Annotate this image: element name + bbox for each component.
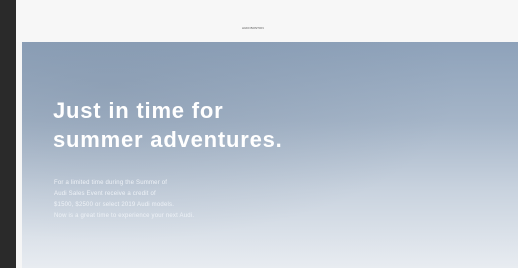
hero-body-line: For a limited time during the Summer of [54,180,168,186]
hero-body-line: $1500, $2500 or select 2019 Audi models. [54,202,175,208]
hero-headline: Just in time for summer adventures. [53,96,393,154]
left-edge-strip [0,0,16,268]
hero-body-line: Audi Sales Event receive a credit of [54,191,156,197]
email-page: AUDI BOSTON Just in time for summer adve… [16,0,518,268]
hero-body-line: Now is a great time to experience your n… [54,213,195,219]
hero-background-shading [22,42,518,268]
hero-banner: Just in time for summer adventures. For … [22,42,518,268]
hero-body-copy: For a limited time during the Summer of … [54,178,384,222]
hero-headline-line: Just in time for [53,98,224,123]
brand-logo-text[interactable]: AUDI BOSTON [242,27,264,30]
hero-headline-line: summer adventures. [53,127,283,152]
top-header: AUDI BOSTON [16,0,518,42]
